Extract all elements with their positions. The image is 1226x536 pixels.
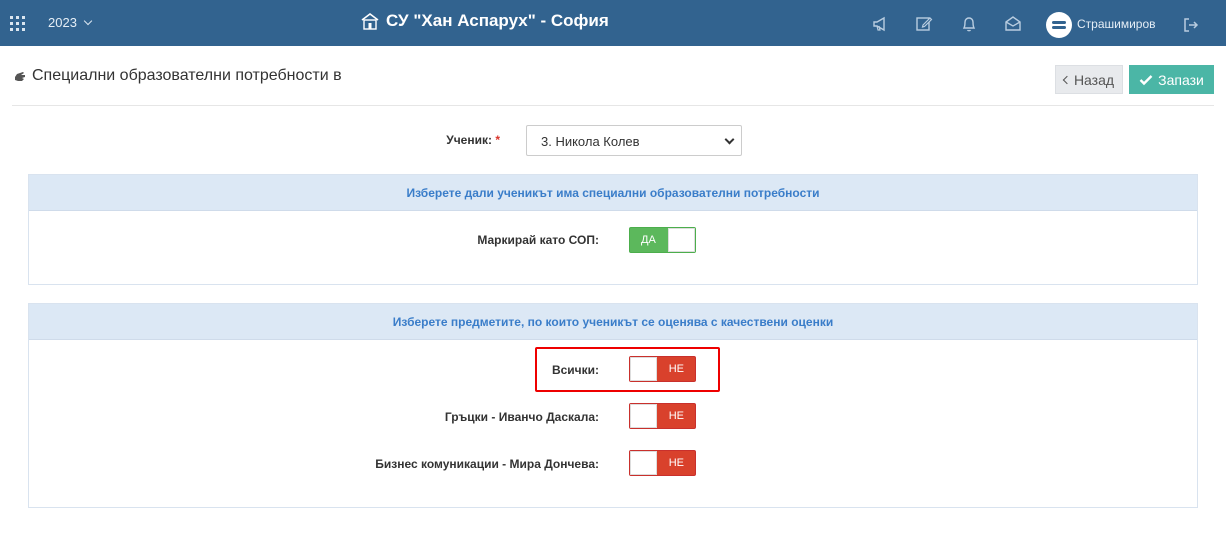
student-label: Ученик: * <box>420 133 500 147</box>
page-title: Специални образователни потребности в <box>12 67 342 85</box>
sop-panel-title: Изберете дали ученикът има специални обр… <box>29 175 1197 211</box>
envelope-icon[interactable] <box>1004 15 1022 33</box>
toggle-state: НЕ <box>668 410 684 422</box>
sop-panel: Изберете дали ученикът има специални обр… <box>28 174 1198 285</box>
mark-sop-toggle[interactable]: ДА <box>629 227 696 253</box>
chevron-left-icon <box>1062 75 1072 84</box>
highlight-box <box>535 347 720 392</box>
toggle-state: ДА <box>641 234 656 246</box>
subject-toggle-greek[interactable]: НЕ <box>629 403 696 429</box>
student-label-text: Ученик: <box>446 133 492 147</box>
toggle-knob <box>668 228 695 252</box>
subjects-panel: Изберете предметите, по които ученикът с… <box>28 303 1198 508</box>
hand-icon <box>15 72 25 81</box>
subject-label-business: Бизнес комуникации - Мира Дончева: <box>375 457 599 471</box>
top-bar: 2023 СУ "Хан Аспарух" - София Страшимиро… <box>0 0 1226 46</box>
check-icon <box>1139 74 1153 85</box>
subjects-panel-title: Изберете предметите, по които ученикът с… <box>29 304 1197 340</box>
subject-toggle-business[interactable]: НЕ <box>629 450 696 476</box>
school-title: СУ "Хан Аспарух" - София <box>360 11 609 31</box>
chevron-down-icon <box>724 134 735 145</box>
student-select-value: 3. Никола Колев <box>541 134 640 149</box>
bell-icon[interactable] <box>960 15 978 33</box>
toggle-knob <box>630 451 657 475</box>
save-button[interactable]: Запази <box>1129 65 1214 94</box>
megaphone-icon[interactable] <box>871 15 889 33</box>
year-selector[interactable]: 2023 <box>48 15 93 30</box>
divider <box>12 105 1214 106</box>
school-icon <box>361 13 379 30</box>
back-button[interactable]: Назад <box>1055 65 1123 94</box>
avatar[interactable] <box>1046 12 1072 38</box>
toggle-state: НЕ <box>668 457 684 469</box>
subject-label-greek: Гръцки - Иванчо Даскала: <box>444 410 599 424</box>
username[interactable]: Страшимиров <box>1077 17 1156 31</box>
save-button-label: Запази <box>1158 71 1204 88</box>
chevron-down-icon <box>83 16 93 26</box>
back-button-label: Назад <box>1073 71 1115 88</box>
required-mark: * <box>495 133 500 147</box>
student-select[interactable]: 3. Никола Колев <box>526 125 742 156</box>
page-title-text: Специални образователни потребности в <box>32 67 342 84</box>
apps-grid-icon[interactable] <box>10 16 25 31</box>
school-name: СУ "Хан Аспарух" - София <box>386 11 609 30</box>
logout-icon[interactable] <box>1182 16 1200 34</box>
mark-sop-label: Маркирай като СОП: <box>477 233 599 247</box>
toggle-knob <box>630 404 657 428</box>
edit-icon[interactable] <box>915 15 933 33</box>
year-label: 2023 <box>48 15 77 30</box>
